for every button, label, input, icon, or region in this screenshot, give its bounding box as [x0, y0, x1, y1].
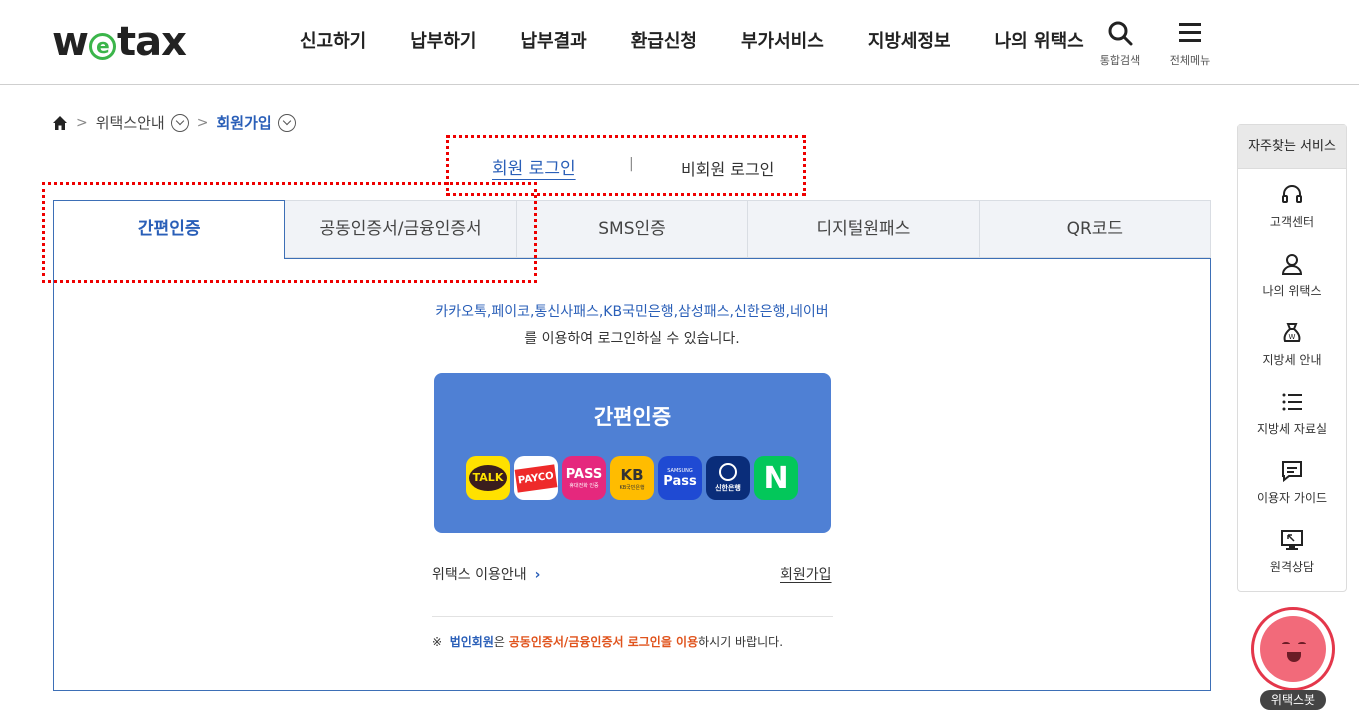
quick-item-remote-support[interactable]: 원격상담 [1238, 514, 1346, 583]
kb-text: KB [620, 465, 644, 484]
nav-local-tax-info[interactable]: 지방세정보 [846, 0, 973, 84]
breadcrumb: > 위택스안내 > 회원가입 [52, 112, 296, 133]
quick-item-user-guide[interactable]: 이용자 가이드 [1238, 445, 1346, 514]
provider-list-text: 카카오톡,페이코,통신사패스,KB국민은행,삼성패스,신한은행,네이버 [435, 304, 829, 320]
wetax-guide-link[interactable]: 위택스 이용안내 › [432, 564, 540, 584]
mascot-eye [1298, 642, 1306, 646]
tab-simple-auth[interactable]: 간편인증 [53, 200, 286, 259]
wetax-chatbot-button[interactable] [1251, 607, 1335, 691]
guide-link-label: 위택스 이용안내 [432, 567, 527, 583]
nav-my-wetax[interactable]: 나의 위택스 [973, 0, 1106, 84]
shinhan-bank-icon: 신한은행 [706, 456, 750, 500]
nav-refund[interactable]: 환급신청 [609, 0, 719, 84]
chevron-down-icon[interactable] [277, 113, 296, 132]
quick-item-label: 나의 위택스 [1262, 284, 1322, 298]
login-type-toggle: 회원 로그인 | 비회원 로그인 [446, 135, 806, 196]
quick-menu-title: 자주찾는 서비스 [1238, 125, 1346, 169]
list-icon [1282, 393, 1302, 411]
tab-digital-onepass[interactable]: 디지털원패스 [748, 200, 980, 258]
quick-service-menu: 자주찾는 서비스 고객센터 나의 위택스 W 지방세 안내 지방세 자료실 이용… [1237, 124, 1347, 592]
pass-icon: PASS 휴대전화 인증 [562, 456, 606, 500]
breadcrumb-separator-icon: > [196, 114, 209, 131]
monitor-icon [1281, 530, 1303, 550]
quick-item-local-tax-guide[interactable]: W 지방세 안내 [1238, 307, 1346, 376]
tab-qr-code[interactable]: QR코드 [979, 200, 1212, 258]
main-navigation: 신고하기 납부하기 납부결과 환급신청 부가서비스 지방세정보 나의 위택스 [278, 0, 1106, 84]
simple-auth-button[interactable]: 간편인증 TALK PAYCO PASS 휴대전화 인증 KB KB국민은행 SAM… [434, 373, 831, 533]
chatbot-mascot-icon [1260, 616, 1326, 682]
naver-icon: N [754, 456, 798, 500]
quick-item-label: 지방세 자료실 [1256, 422, 1328, 436]
kakao-text: TALK [469, 465, 507, 491]
search-icon [1108, 21, 1133, 46]
search-label: 통합검색 [1099, 54, 1141, 67]
quick-item-local-tax-archive[interactable]: 지방세 자료실 [1238, 376, 1346, 445]
pass-text: PASS [565, 467, 603, 482]
auth-method-tabs: 간편인증 공동인증서/금융인증서 SMS인증 디지털원패스 QR코드 [53, 200, 1212, 259]
nav-report[interactable]: 신고하기 [278, 0, 388, 84]
site-header: w e tax 신고하기 납부하기 납부결과 환급신청 부가서비스 지방세정보 나의… [0, 0, 1359, 85]
shinhan-logo-mark [719, 463, 737, 481]
menu-label: 전체메뉴 [1169, 54, 1211, 67]
full-menu-button[interactable]: 전체메뉴 [1160, 20, 1220, 68]
logo-text-tax: tax [116, 19, 187, 65]
nav-payment[interactable]: 납부하기 [388, 0, 498, 84]
quick-item-my-wetax[interactable]: 나의 위택스 [1238, 238, 1346, 307]
member-login-link[interactable]: 회원 로그인 [492, 154, 576, 179]
quick-item-label: 원격상담 [1269, 560, 1315, 574]
toggle-divider: | [629, 156, 634, 172]
chat-bubble-icon [1282, 461, 1302, 483]
join-member-link[interactable]: 회원가입 [780, 564, 832, 584]
quick-item-label: 이용자 가이드 [1256, 491, 1328, 505]
panel-divider [432, 616, 833, 617]
mascot-eye [1282, 642, 1290, 646]
notice-corporate: 법인회원 [449, 635, 494, 649]
home-icon[interactable] [52, 115, 68, 131]
payco-text: PAYCO [514, 463, 558, 493]
simple-auth-title: 간편인증 [593, 405, 672, 429]
panel-top-border [284, 258, 1211, 259]
mascot-mouth [1287, 652, 1301, 662]
unified-search-button[interactable]: 통합검색 [1090, 20, 1150, 68]
chatbot-label[interactable]: 위택스봇 [1260, 690, 1326, 710]
quick-item-label: 지방세 안내 [1262, 353, 1322, 367]
notice-mark: ※ [432, 635, 443, 649]
shinhan-text: 신한은행 [715, 484, 741, 492]
provider-description-text: 를 이용하여 로그인하실 수 있습니다. [524, 331, 740, 347]
breadcrumb-current[interactable]: 회원가입 [216, 112, 271, 133]
notice-ending: 하시기 바랍니다. [698, 635, 784, 649]
kb-bank-icon: KB KB국민은행 [610, 456, 654, 500]
quick-item-customer-center[interactable]: 고객센터 [1238, 169, 1346, 238]
guest-login-link[interactable]: 비회원 로그인 [681, 156, 774, 180]
notice-particle: 은 [493, 635, 509, 649]
hamburger-icon [1179, 23, 1201, 42]
money-bag-icon: W [1283, 323, 1301, 342]
payco-icon: PAYCO [514, 456, 558, 500]
wetax-logo[interactable]: w e tax [52, 19, 187, 65]
naver-text: N [763, 460, 789, 496]
corporate-notice: ※ 법인회원은 공동인증서/금융인증서 로그인을 이용하시기 바랍니다. [432, 633, 783, 650]
logo-text-w: w [52, 19, 89, 65]
user-icon [1281, 254, 1303, 275]
provider-icons: TALK PAYCO PASS 휴대전화 인증 KB KB국민은행 SAMSUNG P… [466, 456, 798, 500]
kb-subtext: KB국민은행 [619, 484, 645, 491]
svg-text:W: W [1289, 333, 1296, 341]
kakaotalk-icon: TALK [466, 456, 510, 500]
samsung-text: Pass [663, 473, 697, 489]
chevron-right-icon: › [534, 567, 541, 583]
notice-certificate: 공동인증서/금융인증서 로그인을 이용 [508, 635, 699, 649]
breadcrumb-separator-icon: > [76, 114, 88, 131]
chevron-down-icon[interactable] [170, 113, 189, 132]
headset-icon [1282, 185, 1302, 203]
nav-extra-services[interactable]: 부가서비스 [719, 0, 846, 84]
quick-item-label: 고객센터 [1269, 215, 1315, 229]
pass-subtext: 휴대전화 인증 [569, 483, 599, 489]
nav-payment-result[interactable]: 납부결과 [499, 0, 609, 84]
tab-joint-certificate[interactable]: 공동인증서/금융인증서 [285, 200, 517, 258]
logo-e-circle: e [88, 33, 116, 60]
samsung-pass-icon: SAMSUNG Pass [658, 456, 702, 500]
breadcrumb-level1[interactable]: 위택스안내 [96, 112, 165, 133]
tab-sms-auth[interactable]: SMS인증 [516, 200, 749, 258]
